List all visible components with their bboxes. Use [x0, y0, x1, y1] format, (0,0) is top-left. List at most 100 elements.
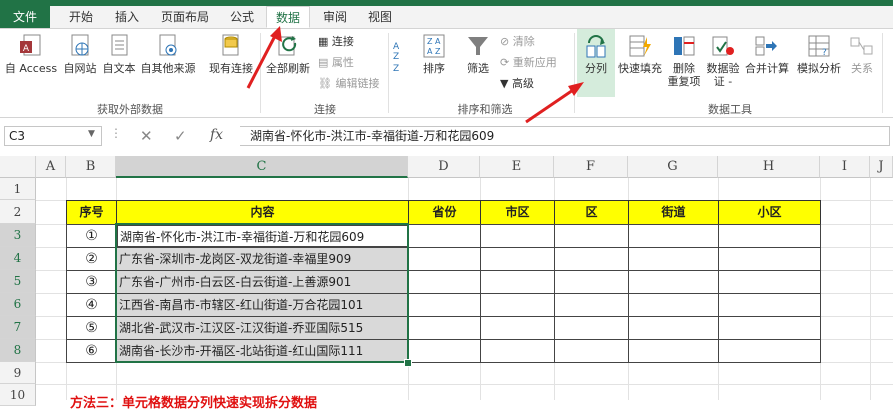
empty-cell[interactable]: [718, 270, 821, 294]
empty-cell[interactable]: [408, 293, 481, 317]
data-validation-button[interactable]: 数据验 证 -: [704, 33, 742, 88]
empty-cell[interactable]: [408, 224, 481, 248]
empty-cell[interactable]: [480, 316, 555, 340]
empty-cell[interactable]: [480, 224, 555, 248]
empty-cell[interactable]: [554, 247, 629, 271]
empty-cell[interactable]: [628, 270, 719, 294]
empty-cell[interactable]: [408, 270, 481, 294]
empty-cell[interactable]: [628, 316, 719, 340]
content-cell[interactable]: 江西省-南昌市-市辖区-红山街道-万合花园101: [116, 293, 409, 317]
empty-cell[interactable]: [718, 293, 821, 317]
row-header-8[interactable]: 8: [0, 339, 36, 362]
header-cell-index[interactable]: 序号: [66, 200, 117, 225]
content-cell[interactable]: 湖北省-武汉市-江汉区-江汉街道-乔亚国际515: [116, 316, 409, 340]
empty-cell[interactable]: [718, 316, 821, 340]
tab-insert[interactable]: 插入: [106, 6, 148, 28]
index-cell[interactable]: ②: [66, 247, 117, 271]
from-web-button[interactable]: 自网站: [60, 33, 100, 75]
row-header-2[interactable]: 2: [0, 200, 36, 224]
empty-cell[interactable]: [408, 247, 481, 271]
row-header-1[interactable]: 1: [0, 178, 36, 200]
remove-duplicates-button[interactable]: 删除 重复项: [666, 33, 702, 88]
name-box-dropdown-icon[interactable]: ▼: [88, 129, 95, 139]
row-header-10[interactable]: 10: [0, 384, 36, 406]
what-if-button[interactable]: ? 模拟分析: [794, 33, 844, 75]
column-header-i[interactable]: I: [820, 156, 870, 178]
row-header-9[interactable]: 9: [0, 362, 36, 384]
consolidate-button[interactable]: 合并计算: [742, 33, 792, 75]
header-cell-community[interactable]: 小区: [718, 200, 821, 225]
empty-cell[interactable]: [480, 339, 555, 363]
insert-function-icon[interactable]: fx: [210, 127, 223, 143]
empty-cell[interactable]: [480, 293, 555, 317]
header-cell-province[interactable]: 省份: [408, 200, 481, 225]
empty-cell[interactable]: [628, 247, 719, 271]
from-text-button[interactable]: 自文本: [100, 33, 138, 75]
header-cell-street[interactable]: 街道: [628, 200, 719, 225]
tab-file[interactable]: 文件: [0, 6, 50, 28]
header-cell-district[interactable]: 区: [554, 200, 629, 225]
connections-button[interactable]: ▦ 连接: [318, 35, 354, 49]
empty-cell[interactable]: [554, 339, 629, 363]
enter-icon[interactable]: ✓: [174, 127, 187, 145]
flash-fill-button[interactable]: 快速填充: [616, 33, 664, 75]
tab-home[interactable]: 开始: [60, 6, 102, 28]
column-header-a[interactable]: A: [36, 156, 66, 178]
header-cell-content[interactable]: 内容: [116, 200, 409, 225]
filter-button[interactable]: 筛选: [460, 33, 496, 75]
empty-cell[interactable]: [480, 270, 555, 294]
worksheet-grid[interactable]: A B C D E F G H I J 1 2 3 4 5 6 7 8 9 10…: [0, 156, 893, 411]
column-header-c[interactable]: C: [116, 156, 408, 178]
tab-page-layout[interactable]: 页面布局: [152, 6, 218, 28]
column-header-d[interactable]: D: [408, 156, 480, 178]
tab-review[interactable]: 审阅: [314, 6, 356, 28]
index-cell[interactable]: ⑥: [66, 339, 117, 363]
edit-links-button[interactable]: ⛓ 编辑链接: [318, 77, 379, 91]
row-header-3[interactable]: 3: [0, 224, 36, 247]
select-all-corner[interactable]: [0, 156, 36, 178]
column-header-f[interactable]: F: [554, 156, 628, 178]
from-access-button[interactable]: A 自 Access: [2, 33, 60, 75]
formula-input[interactable]: 湖南省-怀化市-洪江市-幸福街道-万和花园609: [240, 126, 890, 146]
column-header-e[interactable]: E: [480, 156, 554, 178]
empty-cell[interactable]: [628, 293, 719, 317]
tab-view[interactable]: 视图: [360, 6, 400, 28]
properties-button[interactable]: ▤ 属性: [318, 56, 354, 70]
active-content-cell[interactable]: 湖南省-怀化市-洪江市-幸福街道-万和花园609: [116, 224, 409, 248]
row-header-4[interactable]: 4: [0, 247, 36, 270]
fill-handle[interactable]: [404, 359, 412, 367]
row-header-5[interactable]: 5: [0, 270, 36, 293]
empty-cell[interactable]: [718, 224, 821, 248]
column-header-b[interactable]: B: [66, 156, 116, 178]
empty-cell[interactable]: [628, 339, 719, 363]
index-cell[interactable]: ⑤: [66, 316, 117, 340]
empty-cell[interactable]: [718, 339, 821, 363]
content-cell[interactable]: 湖南省-长沙市-开福区-北站街道-红山国际111: [116, 339, 409, 363]
content-cell[interactable]: 广东省-广州市-白云区-白云街道-上善源901: [116, 270, 409, 294]
empty-cell[interactable]: [408, 316, 481, 340]
column-header-g[interactable]: G: [628, 156, 718, 178]
column-header-j[interactable]: J: [870, 156, 893, 178]
reapply-button[interactable]: ⟳ 重新应用: [500, 56, 557, 70]
empty-cell[interactable]: [554, 224, 629, 248]
empty-cell[interactable]: [718, 247, 821, 271]
empty-cell[interactable]: [408, 339, 481, 363]
column-header-h[interactable]: H: [718, 156, 820, 178]
header-cell-city[interactable]: 市区: [480, 200, 555, 225]
from-other-sources-button[interactable]: 自其他来源: [138, 33, 198, 75]
index-cell[interactable]: ①: [66, 224, 117, 248]
content-cell[interactable]: 广东省-深圳市-龙岗区-双龙街道-幸福里909: [116, 247, 409, 271]
relationships-button[interactable]: 关系: [846, 33, 878, 75]
empty-cell[interactable]: [554, 316, 629, 340]
sort-button[interactable]: Z AA Z 排序: [414, 33, 454, 75]
empty-cell[interactable]: [554, 270, 629, 294]
row-header-6[interactable]: 6: [0, 293, 36, 316]
index-cell[interactable]: ③: [66, 270, 117, 294]
empty-cell[interactable]: [554, 293, 629, 317]
cancel-icon[interactable]: ✕: [140, 127, 153, 145]
clear-filter-button[interactable]: ⊘ 清除: [500, 35, 535, 49]
empty-cell[interactable]: [628, 224, 719, 248]
sort-az-button[interactable]: AZZ: [390, 39, 410, 82]
row-header-7[interactable]: 7: [0, 316, 36, 339]
index-cell[interactable]: ④: [66, 293, 117, 317]
